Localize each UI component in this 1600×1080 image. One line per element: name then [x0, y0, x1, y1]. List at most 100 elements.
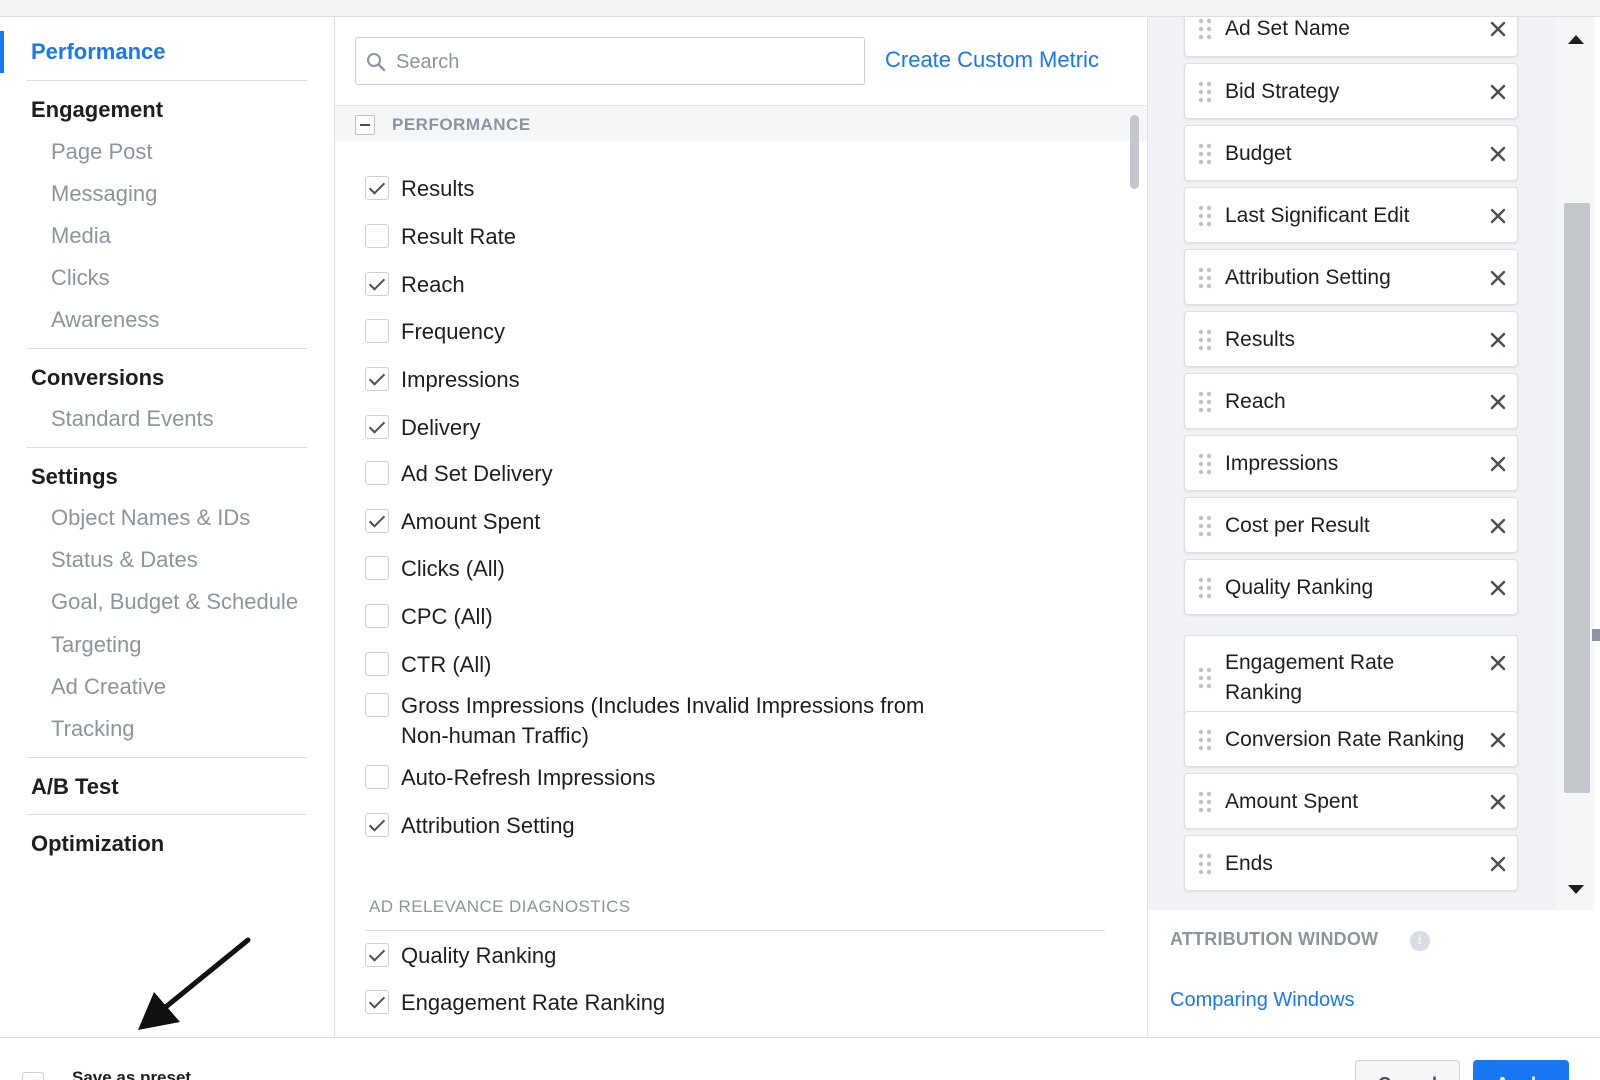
- metric-row[interactable]: Attribution Setting: [365, 811, 575, 841]
- drag-handle-icon[interactable]: [1197, 853, 1213, 875]
- nav-item-targeting[interactable]: Targeting: [51, 632, 142, 658]
- scroll-up-arrow-icon[interactable]: [1568, 35, 1584, 44]
- nav-conversions[interactable]: Conversions: [31, 365, 164, 391]
- metric-row[interactable]: Frequency: [365, 317, 505, 347]
- nav-performance[interactable]: Performance: [31, 39, 166, 65]
- nav-item-awareness[interactable]: Awareness: [51, 307, 159, 333]
- selected-column-item[interactable]: Reach: [1184, 373, 1518, 429]
- selected-column-item[interactable]: Bid Strategy: [1184, 63, 1518, 119]
- remove-column-icon[interactable]: [1487, 18, 1509, 40]
- drag-handle-icon[interactable]: [1197, 453, 1213, 475]
- metric-row[interactable]: Impressions: [365, 365, 520, 395]
- drag-handle-icon[interactable]: [1197, 267, 1213, 289]
- selected-column-item[interactable]: Budget: [1184, 125, 1518, 181]
- nav-engagement[interactable]: Engagement: [31, 97, 163, 123]
- selected-column-item[interactable]: Quality Ranking: [1184, 559, 1518, 615]
- metric-row[interactable]: Gross Impressions (Includes Invalid Impr…: [365, 691, 961, 748]
- drag-handle-icon[interactable]: [1197, 391, 1213, 413]
- metric-checkbox[interactable]: [365, 461, 389, 485]
- search-input[interactable]: [396, 46, 856, 78]
- metric-row[interactable]: Results: [365, 174, 474, 204]
- metric-checkbox[interactable]: [365, 652, 389, 676]
- selected-column-item[interactable]: Cost per Result: [1184, 497, 1518, 553]
- metric-row[interactable]: Ad Set Delivery: [365, 459, 553, 489]
- drag-handle-icon[interactable]: [1197, 205, 1213, 227]
- metric-checkbox[interactable]: [365, 176, 389, 200]
- metric-checkbox[interactable]: [365, 556, 389, 580]
- selected-column-item[interactable]: Ends: [1184, 835, 1518, 891]
- columns-scrollbar[interactable]: [1556, 17, 1594, 910]
- selected-column-item[interactable]: Impressions: [1184, 435, 1518, 491]
- metric-row[interactable]: Amount Spent: [365, 507, 540, 537]
- nav-optimization[interactable]: Optimization: [31, 831, 164, 857]
- diagnostics-metric-row[interactable]: Engagement Rate Ranking: [365, 988, 665, 1018]
- metric-checkbox[interactable]: [365, 509, 389, 533]
- metric-checkbox[interactable]: [365, 813, 389, 837]
- drag-handle-icon[interactable]: [1197, 515, 1213, 537]
- collapse-icon[interactable]: [355, 115, 375, 135]
- remove-column-icon[interactable]: [1487, 205, 1509, 227]
- remove-column-icon[interactable]: [1487, 81, 1509, 103]
- remove-column-icon[interactable]: [1487, 577, 1509, 599]
- scroll-down-arrow-icon[interactable]: [1568, 885, 1584, 894]
- drag-handle-icon[interactable]: [1197, 729, 1213, 751]
- metrics-scrollbar-thumb[interactable]: [1130, 115, 1139, 189]
- metric-checkbox[interactable]: [365, 319, 389, 343]
- metric-row[interactable]: Auto-Refresh Impressions: [365, 763, 655, 793]
- metric-checkbox[interactable]: [365, 604, 389, 628]
- metric-checkbox[interactable]: [365, 765, 389, 789]
- nav-item-object-names[interactable]: Object Names & IDs: [51, 505, 250, 531]
- save-as-preset-checkbox[interactable]: [22, 1072, 44, 1080]
- cancel-button[interactable]: Cancel: [1355, 1060, 1460, 1080]
- nav-settings[interactable]: Settings: [31, 464, 118, 490]
- nav-item-media[interactable]: Media: [51, 223, 111, 249]
- selected-column-item[interactable]: Amount Spent: [1184, 773, 1518, 829]
- diagnostics-metric-row[interactable]: Quality Ranking: [365, 941, 556, 971]
- metric-row[interactable]: CTR (All): [365, 650, 491, 680]
- nav-item-clicks[interactable]: Clicks: [51, 265, 110, 291]
- nav-ab-test[interactable]: A/B Test: [31, 774, 119, 800]
- nav-item-ad-creative[interactable]: Ad Creative: [51, 674, 166, 700]
- metric-row[interactable]: CPC (All): [365, 602, 493, 632]
- drag-handle-icon[interactable]: [1197, 667, 1213, 689]
- nav-item-standard-events[interactable]: Standard Events: [51, 406, 214, 432]
- metric-row[interactable]: Clicks (All): [365, 554, 505, 584]
- drag-handle-icon[interactable]: [1197, 18, 1213, 40]
- drag-handle-icon[interactable]: [1197, 791, 1213, 813]
- remove-column-icon[interactable]: [1487, 453, 1509, 475]
- remove-column-icon[interactable]: [1487, 652, 1509, 674]
- remove-column-icon[interactable]: [1487, 391, 1509, 413]
- remove-column-icon[interactable]: [1487, 143, 1509, 165]
- selected-column-item[interactable]: Ad Set Name: [1184, 17, 1518, 57]
- remove-column-icon[interactable]: [1487, 267, 1509, 289]
- metric-row[interactable]: Reach: [365, 270, 465, 300]
- metric-checkbox[interactable]: [365, 415, 389, 439]
- drag-handle-icon[interactable]: [1197, 81, 1213, 103]
- comparing-windows-link[interactable]: Comparing Windows: [1170, 989, 1355, 1012]
- nav-item-page-post[interactable]: Page Post: [51, 139, 153, 165]
- metric-checkbox[interactable]: [365, 990, 389, 1014]
- selected-column-item[interactable]: Last Significant Edit: [1184, 187, 1518, 243]
- selected-column-item[interactable]: Attribution Setting: [1184, 249, 1518, 305]
- nav-item-tracking[interactable]: Tracking: [51, 716, 135, 742]
- remove-column-icon[interactable]: [1487, 853, 1509, 875]
- drag-handle-icon[interactable]: [1197, 577, 1213, 599]
- remove-column-icon[interactable]: [1487, 729, 1509, 751]
- drag-handle-icon[interactable]: [1197, 329, 1213, 351]
- remove-column-icon[interactable]: [1487, 515, 1509, 537]
- nav-item-goal-budget[interactable]: Goal, Budget & Schedule: [51, 589, 298, 615]
- remove-column-icon[interactable]: [1487, 329, 1509, 351]
- metric-checkbox[interactable]: [365, 367, 389, 391]
- nav-item-messaging[interactable]: Messaging: [51, 181, 157, 207]
- metric-row[interactable]: Result Rate: [365, 222, 516, 252]
- info-icon[interactable]: i: [1410, 931, 1430, 951]
- drag-handle-icon[interactable]: [1197, 143, 1213, 165]
- selected-column-item[interactable]: Results: [1184, 311, 1518, 367]
- metric-checkbox[interactable]: [365, 272, 389, 296]
- create-custom-metric-link[interactable]: Create Custom Metric: [885, 47, 1099, 73]
- metric-row[interactable]: Delivery: [365, 413, 480, 443]
- metric-checkbox[interactable]: [365, 693, 389, 717]
- metric-checkbox[interactable]: [365, 943, 389, 967]
- search-box[interactable]: [355, 37, 865, 85]
- selected-column-item[interactable]: Conversion Rate Ranking: [1184, 711, 1518, 767]
